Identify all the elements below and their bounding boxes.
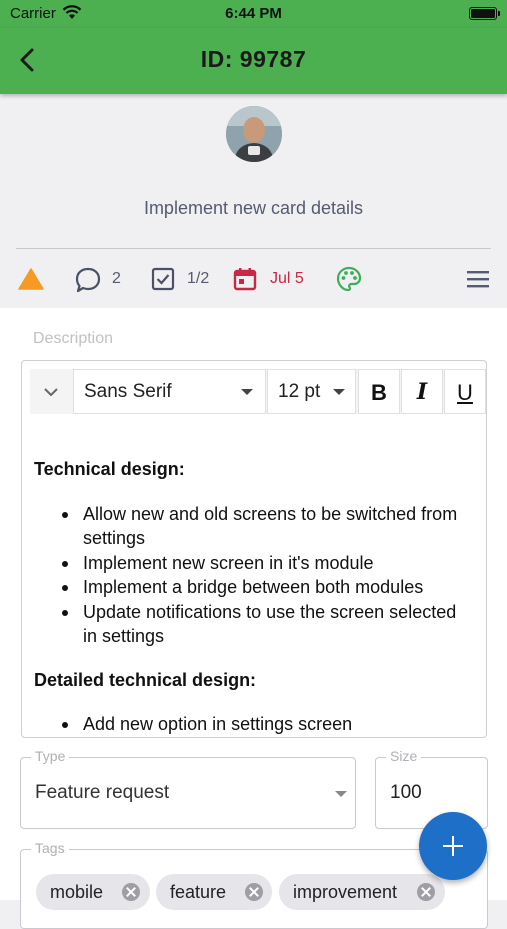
type-value: Feature request [35, 782, 170, 803]
tags-label: Tags [31, 840, 69, 856]
battery-icon [469, 7, 500, 20]
tag-chip[interactable]: feature [156, 874, 272, 910]
card-meta-row: 2 1/2 Jul 5 [0, 258, 507, 302]
clock: 6:44 PM [225, 5, 282, 22]
remove-tag-icon[interactable] [245, 883, 263, 901]
remove-tag-icon[interactable] [122, 883, 140, 901]
divider [16, 248, 491, 249]
chevron-down-icon[interactable] [30, 369, 72, 414]
dropdown-caret-icon [241, 389, 253, 395]
section-heading: Detailed technical design: [34, 669, 257, 690]
bullet-list: Allow new and old screens to be switched… [34, 502, 474, 649]
size-label: Size [386, 748, 422, 764]
font-family-select[interactable]: Sans Serif [73, 369, 266, 414]
bullet-list: Add new option in settings screen [34, 712, 474, 737]
list-item: Implement new screen in it's module [62, 551, 474, 576]
list-item: Implement a bridge between both modules [62, 575, 474, 600]
due-date[interactable]: Jul 5 [270, 270, 304, 288]
avatar[interactable] [226, 106, 282, 162]
list-item: Add new option in settings screen [62, 712, 474, 737]
checkbox-icon[interactable] [150, 266, 176, 297]
card-title: Implement new card details [143, 198, 364, 218]
section-heading: Technical design: [34, 459, 185, 479]
type-select[interactable]: Type Feature request [20, 748, 356, 829]
tag-chip[interactable]: mobile [36, 874, 150, 910]
tags-field[interactable]: Tags mobile feature improvement [20, 840, 488, 929]
editor-toolbar: Sans Serif 12 pt B I U [30, 369, 486, 414]
size-value: 100 [390, 782, 422, 803]
description-label: Description [33, 330, 114, 347]
dropdown-caret-icon [335, 791, 347, 797]
palette-icon[interactable] [336, 266, 362, 297]
font-family-value: Sans Serif [84, 381, 172, 402]
font-size-value: 12 pt [278, 381, 321, 402]
underline-button[interactable]: U [444, 369, 486, 414]
warning-icon[interactable] [18, 268, 44, 295]
card-form: Description Sans Serif 12 pt B I U Techn… [0, 308, 507, 929]
calendar-icon[interactable] [232, 266, 258, 297]
dropdown-caret-icon [333, 389, 345, 395]
menu-icon[interactable] [466, 268, 490, 295]
comment-icon[interactable] [74, 266, 102, 299]
type-label: Type [31, 748, 70, 764]
remove-tag-icon[interactable] [417, 883, 435, 901]
description-editor[interactable]: Sans Serif 12 pt B I U Technical design:… [21, 360, 487, 738]
list-item: Update notifications to use the screen s… [62, 600, 474, 649]
tag-chip[interactable]: improvement [279, 874, 445, 910]
add-button[interactable] [419, 812, 487, 880]
font-size-select[interactable]: 12 pt [267, 369, 356, 414]
status-bar: Carrier 6:44 PM [0, 0, 507, 28]
comment-count: 2 [112, 270, 121, 287]
bold-button[interactable]: B [358, 369, 400, 414]
list-item: Allow new and old screens to be switched… [62, 502, 474, 551]
description-content[interactable]: Technical design: Allow new and old scre… [34, 457, 474, 737]
checklist-progress: 1/2 [187, 270, 210, 287]
page-title: ID: 99787 [200, 46, 307, 72]
italic-button[interactable]: I [401, 369, 443, 414]
app-bar: ID: 99787 [0, 28, 507, 94]
